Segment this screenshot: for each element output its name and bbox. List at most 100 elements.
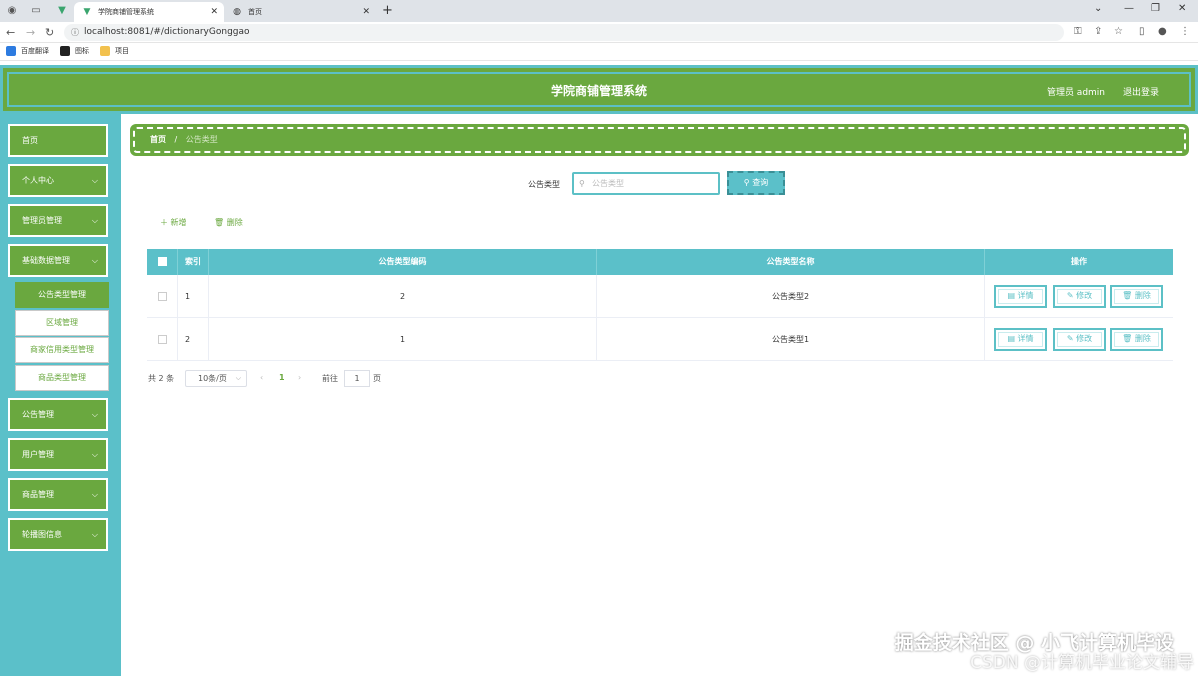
url-field[interactable]: ⓘ localhost:8081/#/dictionaryGonggao <box>64 24 1064 41</box>
sidebar-subitem-product-type[interactable]: 商品类型管理 <box>15 365 109 391</box>
search-button[interactable]: ⚲ 查询 <box>727 171 785 195</box>
sidebar-subitem-merchant-credit[interactable]: 商家信用类型管理 <box>15 337 109 363</box>
restore-icon[interactable]: ❐ <box>1151 3 1160 14</box>
delete-label: 删除 <box>1134 334 1151 343</box>
sidebar-item-product-management[interactable]: 商品管理 ⌵ <box>8 478 108 511</box>
tab-active[interactable]: ▼ 学院商铺管理系统 ✕ <box>74 2 224 22</box>
cell-name: 公告类型1 <box>597 318 985 360</box>
search-placeholder: 公告类型 <box>592 179 624 188</box>
close-icon[interactable]: ✕ <box>362 7 370 17</box>
edit-button[interactable]: ✎ 修改 <box>1053 328 1106 351</box>
sidebar-item-label: 公告管理 <box>22 410 54 419</box>
delete-button[interactable]: 🗑 删除 <box>1110 285 1163 308</box>
reload-icon[interactable]: ↻ <box>45 26 54 39</box>
row-select[interactable] <box>147 318 178 360</box>
sidebar-subitem-notice-type[interactable]: 公告类型管理 <box>15 282 109 308</box>
header-select-all[interactable] <box>147 249 178 275</box>
back-icon[interactable]: ← <box>6 26 15 39</box>
app-title: 学院商铺管理系统 <box>550 84 647 98</box>
share-icon[interactable]: ⇪ <box>1094 26 1102 37</box>
data-table: 索引 公告类型编码 公告类型名称 操作 1 2 公告类型2 ▤ 详情 ✎ 修改 … <box>147 249 1173 361</box>
chrome-icon[interactable]: ◉ <box>6 5 18 17</box>
current-user: 管理员 admin <box>1046 88 1105 98</box>
table-row: 2 1 公告类型1 ▤ 详情 ✎ 修改 🗑 删除 <box>147 318 1173 361</box>
header-code: 公告类型编码 <box>209 249 597 275</box>
goto-page-input[interactable]: 1 <box>344 370 370 387</box>
search-button-label: 查询 <box>752 178 769 187</box>
checkbox[interactable] <box>157 292 167 301</box>
profile-icon[interactable]: ● <box>1158 26 1167 37</box>
info-icon[interactable]: ⓘ <box>71 24 79 41</box>
sidebar-item-user-management[interactable]: 用户管理 ⌵ <box>8 438 108 471</box>
chevron-down-icon: ⌵ <box>91 216 98 225</box>
detail-button[interactable]: ▤ 详情 <box>994 328 1047 351</box>
sidebar-item-personal-center[interactable]: 个人中心 ⌵ <box>8 164 108 197</box>
trash-icon: 🗑 <box>214 218 225 227</box>
search-input[interactable]: ⚲ 公告类型 <box>572 172 720 195</box>
breadcrumb-separator: / <box>174 135 178 144</box>
batch-delete-button[interactable]: 🗑 删除 <box>214 217 243 228</box>
sidebar-item-label: 个人中心 <box>22 176 54 185</box>
checkbox[interactable] <box>157 257 167 266</box>
tab-inactive[interactable]: ◍ 首页 ✕ <box>224 2 376 22</box>
pencil-icon: ✎ <box>1066 334 1074 343</box>
bookmark-icons[interactable]: 图标 <box>60 46 89 56</box>
sidebar-item-label: 首页 <box>22 136 38 145</box>
cell-index: 2 <box>178 318 209 360</box>
close-window-icon[interactable]: ✕ <box>1178 3 1186 14</box>
breadcrumb-path: 首页 / 公告类型 <box>150 134 218 145</box>
sidebar-item-home[interactable]: 首页 <box>8 124 108 157</box>
pagination-total: 共 2 条 <box>148 374 175 383</box>
cell-code: 2 <box>209 275 597 317</box>
browser-tab-bar: ◉ ▭ ▼ ▼ 学院商铺管理系统 ✕ ◍ 首页 ✕ + ⌄ — ❐ ✕ <box>0 0 1198 22</box>
breadcrumb-home[interactable]: 首页 <box>150 135 166 144</box>
table-header: 索引 公告类型编码 公告类型名称 操作 <box>147 249 1173 275</box>
sidebar-item-admin-management[interactable]: 管理员管理 ⌵ <box>8 204 108 237</box>
add-button[interactable]: ＋ 新增 <box>160 217 187 228</box>
bookmark-project[interactable]: 项目 <box>100 46 129 56</box>
sidebar-item-carousel[interactable]: 轮播图信息 ⌵ <box>8 518 108 551</box>
sidebar-subitem-region[interactable]: 区域管理 <box>15 310 109 336</box>
translate-icon <box>6 46 16 56</box>
cell-actions: ▤ 详情 ✎ 修改 🗑 删除 <box>985 318 1173 360</box>
header-index: 索引 <box>178 249 209 275</box>
forward-icon[interactable]: → <box>26 26 35 39</box>
minimize-icon[interactable]: — <box>1124 3 1134 14</box>
url-text: localhost:8081/#/dictionaryGonggao <box>84 27 250 37</box>
add-button-label: 新增 <box>170 218 187 227</box>
sidebar-item-notice-management[interactable]: 公告管理 ⌵ <box>8 398 108 431</box>
chevron-down-icon: ⌵ <box>91 530 98 539</box>
close-icon[interactable]: ✕ <box>210 7 218 17</box>
breadcrumb: 首页 / 公告类型 <box>130 124 1189 156</box>
delete-button[interactable]: 🗑 删除 <box>1110 328 1163 351</box>
star-icon[interactable]: ☆ <box>1114 26 1123 37</box>
address-bar: ← → ↻ ⓘ localhost:8081/#/dictionaryGongg… <box>0 22 1198 43</box>
chevron-down-icon: ⌵ <box>91 450 98 459</box>
page-size-value: 10条/页 <box>198 374 227 383</box>
bookmark-baidu-translate[interactable]: 百度翻译 <box>6 46 49 56</box>
vue-icon[interactable]: ▼ <box>56 5 68 17</box>
cell-name: 公告类型2 <box>597 275 985 317</box>
chevron-down-icon: ⌵ <box>91 490 98 499</box>
key-icon[interactable]: ⚿ <box>1074 26 1082 37</box>
delete-label: 删除 <box>1134 291 1151 300</box>
cell-actions: ▤ 详情 ✎ 修改 🗑 删除 <box>985 275 1173 317</box>
prev-page-button[interactable]: ‹ <box>260 373 263 382</box>
document-icon: ▤ <box>1007 291 1015 300</box>
sidebar-item-basic-data[interactable]: 基础数据管理 ⌵ <box>8 244 108 277</box>
page-number-current[interactable]: 1 <box>279 373 285 382</box>
edit-button[interactable]: ✎ 修改 <box>1053 285 1106 308</box>
page-size-select[interactable]: 10条/页 ⌵ <box>185 370 247 387</box>
sidebar: 首页 个人中心 ⌵ 管理员管理 ⌵ 基础数据管理 ⌵ 公告类型管理 区域管理 商… <box>0 114 121 676</box>
menu-dots-icon[interactable]: ⋮ <box>1180 26 1190 37</box>
blank-tab-icon[interactable]: ▭ <box>30 5 42 17</box>
sidebar-item-label: 用户管理 <box>22 450 54 459</box>
sidebar-panel-icon[interactable]: ▯ <box>1139 26 1145 37</box>
logout-link[interactable]: 退出登录 <box>1123 85 1159 98</box>
detail-button[interactable]: ▤ 详情 <box>994 285 1047 308</box>
new-tab-icon[interactable]: + <box>382 3 393 18</box>
row-select[interactable] <box>147 275 178 317</box>
checkbox[interactable] <box>157 335 167 344</box>
tab-list-icon[interactable]: ⌄ <box>1094 3 1102 14</box>
next-page-button[interactable]: › <box>298 373 301 382</box>
